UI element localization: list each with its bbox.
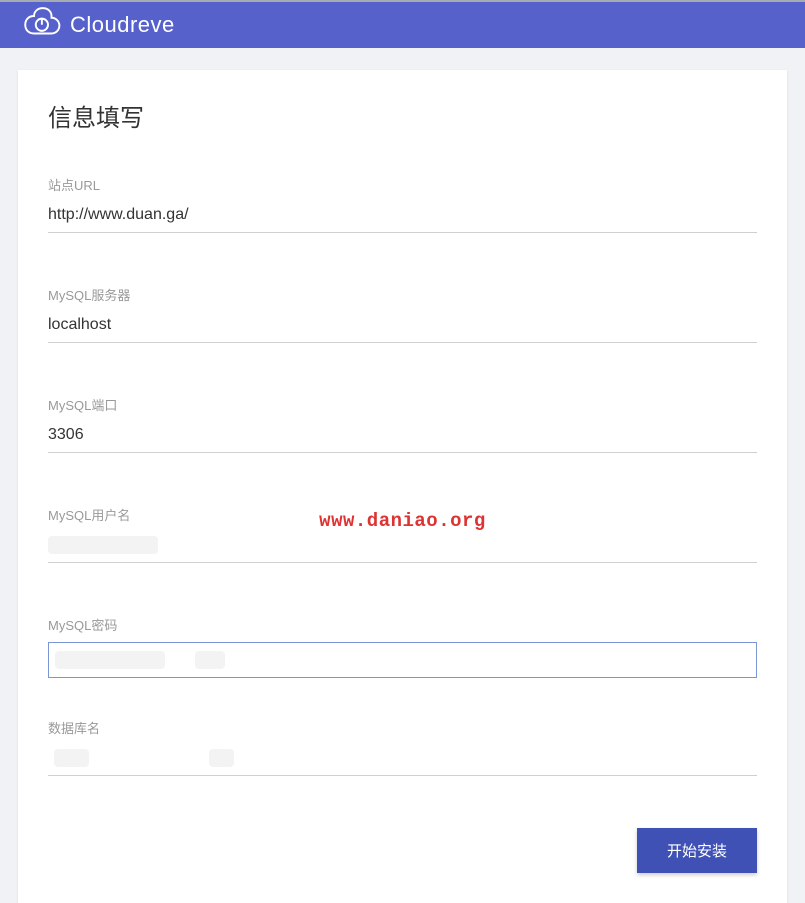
page-title: 信息填写 [48,98,757,133]
field-mysql-port: MySQL端口 [48,395,757,453]
mysql-user-input[interactable] [48,532,757,563]
install-button[interactable]: 开始安装 [637,828,757,873]
brand-logo: Cloudreve [20,7,175,44]
field-mysql-server: MySQL服务器 [48,285,757,343]
install-form-card: 信息填写 站点URL MySQL服务器 MySQL端口 MySQL用户名 MyS… [18,70,787,903]
action-row: 开始安装 [48,828,757,873]
mysql-port-input[interactable] [48,422,757,453]
field-mysql-password: MySQL密码 [48,615,757,678]
site-url-label: 站点URL [48,175,757,194]
mysql-password-label: MySQL密码 [48,615,757,634]
database-name-label: 数据库名 [48,718,757,737]
database-name-input[interactable] [48,745,757,776]
mysql-port-label: MySQL端口 [48,395,757,414]
field-database-name: 数据库名 [48,718,757,776]
field-site-url: 站点URL [48,175,757,233]
site-url-input[interactable] [48,202,757,233]
mysql-server-label: MySQL服务器 [48,285,757,304]
field-mysql-user: MySQL用户名 [48,505,757,563]
mysql-user-label: MySQL用户名 [48,505,757,524]
cloud-icon [20,7,62,44]
mysql-password-input[interactable] [48,642,757,678]
mysql-server-input[interactable] [48,312,757,343]
app-header: Cloudreve [0,0,805,48]
brand-name: Cloudreve [70,12,175,38]
